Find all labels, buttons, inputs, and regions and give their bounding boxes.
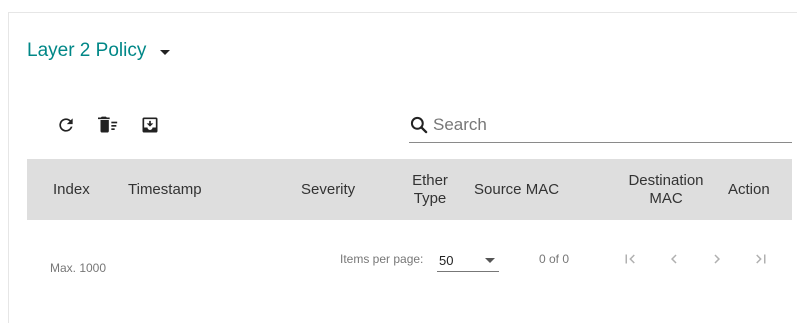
items-per-page-label: Items per page: [340,252,424,266]
caret-down-icon [160,50,171,55]
delete-all-button[interactable] [96,113,120,137]
refresh-icon [59,118,73,132]
previous-page-button[interactable] [661,246,687,272]
items-per-page-select[interactable]: 50 [437,249,499,272]
last-page-button[interactable] [748,246,774,272]
delete-sweep-icon [98,116,118,133]
column-header-timestamp[interactable]: Timestamp [128,159,202,220]
refresh-button[interactable] [54,113,78,137]
column-header-ether-type[interactable]: Ether Type [412,159,448,220]
last-page-icon [756,254,766,264]
search-field[interactable] [409,108,792,143]
max-count-label: Max. 1000 [50,261,107,275]
chevron-down-icon [485,257,495,263]
toolbar [54,113,162,137]
policy-dropdown[interactable]: Layer 2 Policy [27,40,171,62]
column-header-destination-mac[interactable]: Destination MAC [621,159,711,220]
page-range-label: 0 of 0 [539,252,570,266]
table-footer: Max. 1000 Items per page: 50 0 of 0 [0,240,797,280]
search-icon [410,116,428,134]
first-page-button[interactable] [617,246,643,272]
items-per-page-value: 50 [439,252,454,268]
column-header-source-mac[interactable]: Source MAC [474,159,559,220]
download-icon [142,117,158,133]
column-header-severity[interactable]: Severity [301,159,355,220]
chevron-right-icon [714,254,720,264]
search-input[interactable] [433,115,773,135]
export-button[interactable] [138,113,162,137]
column-header-action[interactable]: Action [728,159,770,220]
next-page-button[interactable] [704,246,730,272]
column-header-index[interactable]: Index [53,159,90,220]
first-page-icon [625,254,635,264]
table-header: Index Timestamp Severity Ether Type Sour… [27,159,792,220]
page-title: Layer 2 Policy [27,40,147,61]
chevron-left-icon [671,254,677,264]
